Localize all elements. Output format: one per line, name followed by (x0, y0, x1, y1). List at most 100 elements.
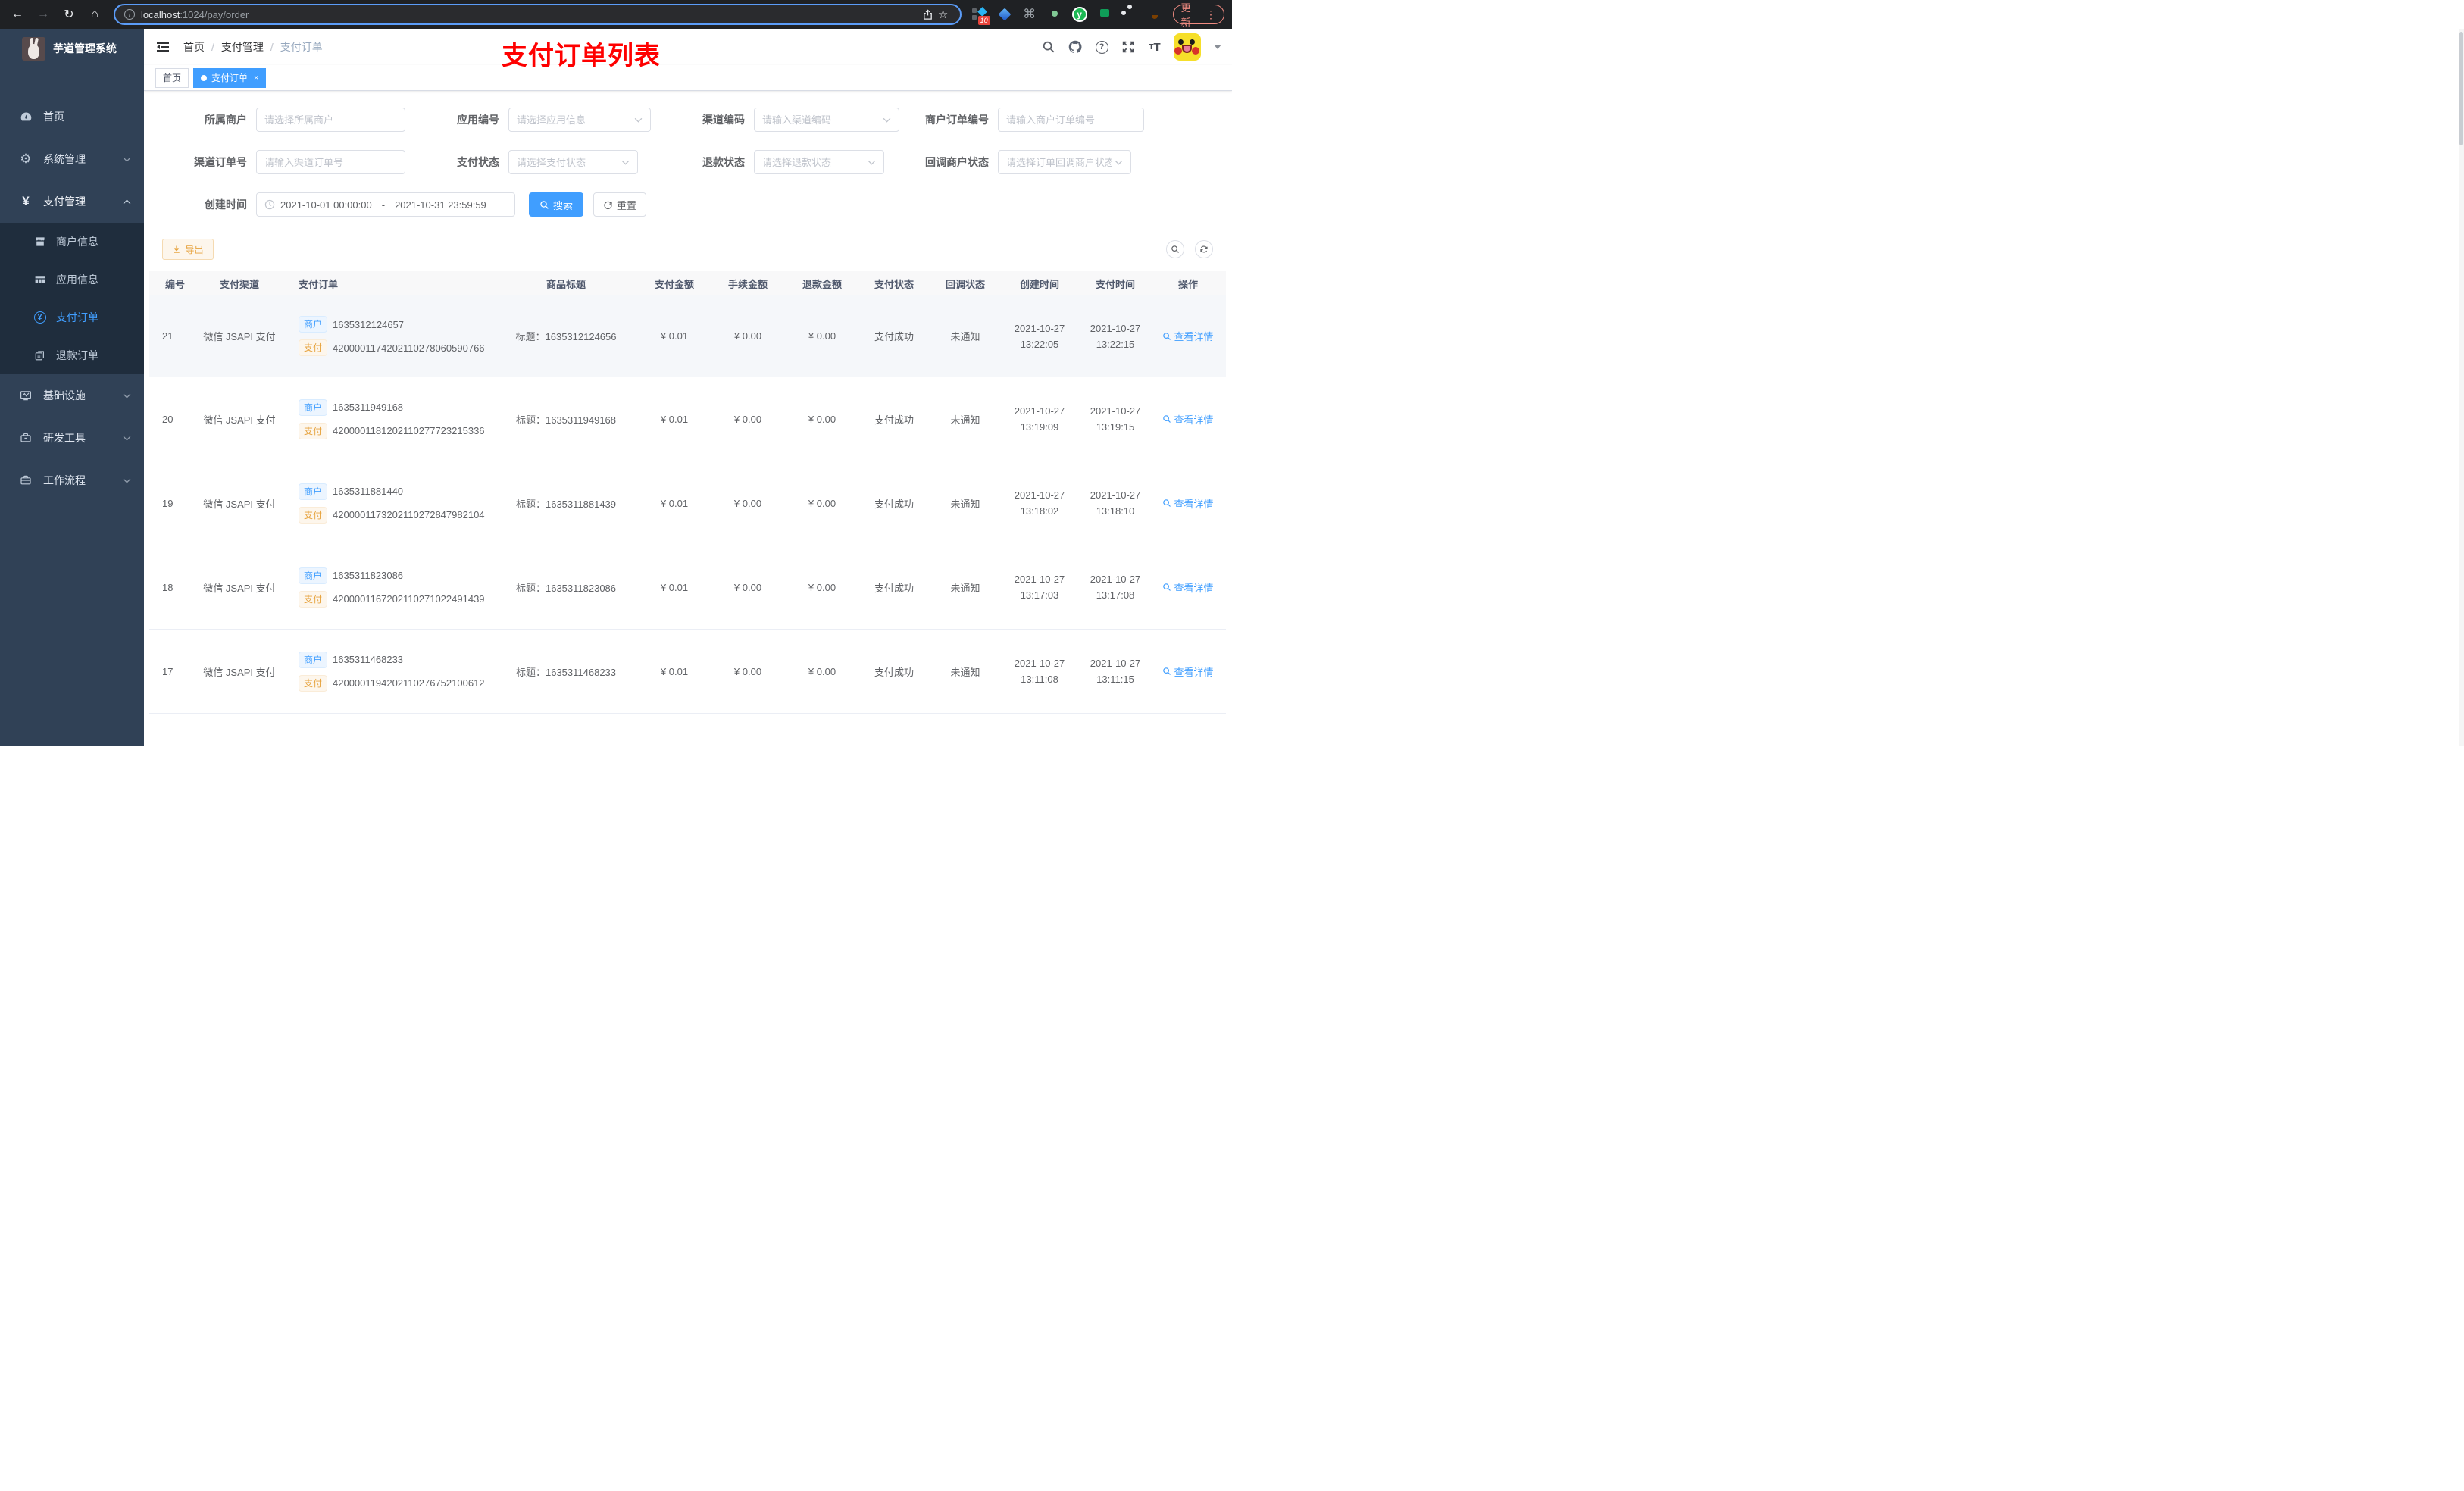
github-icon[interactable] (1068, 39, 1083, 55)
channel-code-select[interactable] (754, 108, 899, 132)
reset-button[interactable]: 重置 (593, 192, 646, 217)
bookmark-star-icon[interactable]: ☆ (936, 7, 951, 22)
merchant-tag: 商户 (299, 483, 328, 500)
font-size-icon[interactable]: TT (1147, 39, 1162, 55)
breadcrumb: 首页 / 支付管理 / 支付订单 (183, 39, 323, 55)
sketch-extension-icon[interactable]: 10 (971, 7, 990, 25)
sidebar-item-pay[interactable]: ¥ 支付管理 (0, 180, 144, 223)
pay-tag: 支付 (299, 422, 328, 439)
tags-view-bar: 首页 支付订单 × (144, 65, 1232, 91)
browser-update-button[interactable]: 更新 ⋮ (1172, 2, 1224, 28)
sidebar-item-system[interactable]: ⚙ 系统管理 (0, 138, 144, 180)
chat-extension-icon[interactable] (1097, 7, 1112, 22)
channel-order-no: 4200001181202110277723215336 (333, 425, 485, 436)
toggle-search-button[interactable] (1166, 240, 1184, 258)
user-avatar[interactable] (1174, 33, 1201, 61)
cell-order: 商户 1635312124657 支付 4200001174202110278060… (288, 316, 494, 356)
cell-channel: 微信 JSAPI 支付 (203, 414, 276, 426)
help-icon[interactable]: ? (1094, 39, 1109, 55)
tag-pay-order[interactable]: 支付订单 × (193, 67, 267, 88)
url-host: localhost (141, 8, 180, 20)
sidebar-item-merchant-info[interactable]: 商户信息 (0, 223, 144, 261)
app-input[interactable] (517, 114, 631, 126)
view-detail-link[interactable]: 查看详情 (1162, 496, 1214, 511)
search-icon[interactable] (1041, 39, 1056, 55)
app-logo-row: 芋道管理系统 (0, 29, 144, 68)
address-bar[interactable]: i localhost:1024/pay/order ☆ (114, 4, 962, 25)
sidebar-item-infra[interactable]: 基础设施 (0, 374, 144, 417)
pay-status-select[interactable] (508, 150, 638, 174)
sidebar-item-label: 系统管理 (43, 153, 86, 165)
forward-icon[interactable]: → (33, 5, 53, 24)
breadcrumb-home[interactable]: 首页 (183, 39, 205, 55)
app-select[interactable] (508, 108, 651, 132)
close-tag-icon[interactable]: × (254, 73, 258, 83)
notify-status-select[interactable] (998, 150, 1131, 174)
scrollbar-thumb[interactable] (2459, 32, 2463, 145)
site-info-icon[interactable]: i (124, 9, 135, 20)
cell-fee: ¥ 0.00 (733, 665, 762, 677)
dashboard-icon (19, 110, 33, 123)
browser-menu-icon[interactable]: ⋮ (1205, 8, 1216, 21)
refund-status-input[interactable] (762, 156, 865, 168)
home-icon[interactable]: ⌂ (85, 5, 105, 24)
date-separator: - (381, 198, 386, 211)
merchant-select[interactable] (256, 108, 405, 132)
sidebar-item-app-info[interactable]: 应用信息 (0, 261, 144, 299)
channel-order-no-input[interactable] (264, 156, 397, 168)
chevron-down-icon (1115, 160, 1123, 165)
refund-status-select[interactable] (754, 150, 884, 174)
col-channel: 支付渠道 (219, 278, 259, 290)
merchant-order-no-input[interactable] (1006, 114, 1136, 126)
view-detail-link[interactable]: 查看详情 (1162, 329, 1214, 343)
breadcrumb-pay[interactable]: 支付管理 (221, 39, 264, 55)
cell-fee: ¥ 0.00 (733, 330, 762, 342)
cell-id: 20 (162, 413, 174, 425)
fullscreen-icon[interactable] (1121, 39, 1136, 55)
page-content: 所属商户 应用编号 渠道编码 商户订单编号 渠道订单号 支付状态 退款状态 (144, 91, 1232, 719)
cell-amount: ¥ 0.01 (660, 497, 689, 509)
sidebar-item-pay-order[interactable]: ¥ 支付订单 (0, 299, 144, 336)
sidebar-item-workflow[interactable]: 工作流程 (0, 459, 144, 502)
recorder-extension-icon[interactable] (1047, 7, 1062, 22)
share-icon[interactable] (921, 7, 936, 22)
view-detail-link[interactable]: 查看详情 (1162, 580, 1214, 595)
view-detail-link[interactable]: 查看详情 (1162, 664, 1214, 679)
refresh-table-button[interactable] (1195, 240, 1213, 258)
sidebar-item-home[interactable]: 首页 (0, 95, 144, 138)
table-row: 17 微信 JSAPI 支付 商户 1635311468233 支付 4200001… (149, 630, 1226, 714)
sidebar-item-devtools[interactable]: 研发工具 (0, 417, 144, 459)
merchant-order-no-field[interactable] (998, 108, 1144, 132)
date-range-picker[interactable]: 2021-10-01 00:00:00 - 2021-10-31 23:59:5… (256, 192, 515, 217)
page-scrollbar[interactable] (2459, 29, 2464, 746)
cell-notify: 未通知 (950, 582, 980, 594)
cell-notify: 未通知 (950, 331, 980, 342)
search-button[interactable]: 搜索 (529, 192, 583, 217)
table-row: 18 微信 JSAPI 支付 商户 1635311823086 支付 4200001… (149, 545, 1226, 630)
channel-code-input[interactable] (762, 114, 880, 126)
cell-title: 标题：1635311468233 (515, 666, 617, 678)
back-icon[interactable]: ← (8, 5, 27, 24)
date-end: 2021-10-31 23:59:59 (395, 198, 486, 211)
cell-pay-time: 2021-10-27 13:19:15 (1090, 405, 1141, 433)
notify-status-input[interactable] (1006, 156, 1112, 168)
merchant-input[interactable] (264, 114, 397, 126)
view-detail-link[interactable]: 查看详情 (1162, 412, 1214, 427)
collapse-menu-icon[interactable] (155, 39, 170, 55)
kite-extension-icon[interactable] (997, 7, 1012, 22)
pay-status-input[interactable] (517, 156, 618, 168)
cell-amount: ¥ 0.01 (660, 581, 689, 593)
avatar-caret-icon[interactable] (1214, 45, 1221, 49)
cell-amount: ¥ 0.01 (660, 665, 689, 677)
channel-order-no-field[interactable] (256, 150, 405, 174)
sidebar-item-refund-order[interactable]: 退款订单 (0, 336, 144, 374)
export-button[interactable]: 导出 (162, 239, 214, 260)
cell-create-time: 2021-10-27 13:22:05 (1014, 322, 1065, 350)
puzzle-extensions-icon[interactable] (1121, 5, 1137, 22)
y-extension-icon[interactable]: y (1071, 7, 1087, 22)
cell-create-time: 2021-10-27 13:19:09 (1014, 405, 1065, 433)
command-extension-icon[interactable]: ⌘ (1022, 7, 1037, 22)
reload-icon[interactable]: ↻ (59, 5, 79, 24)
tag-home[interactable]: 首页 (155, 67, 189, 88)
profile-avatar-icon[interactable] (1140, 7, 1162, 22)
